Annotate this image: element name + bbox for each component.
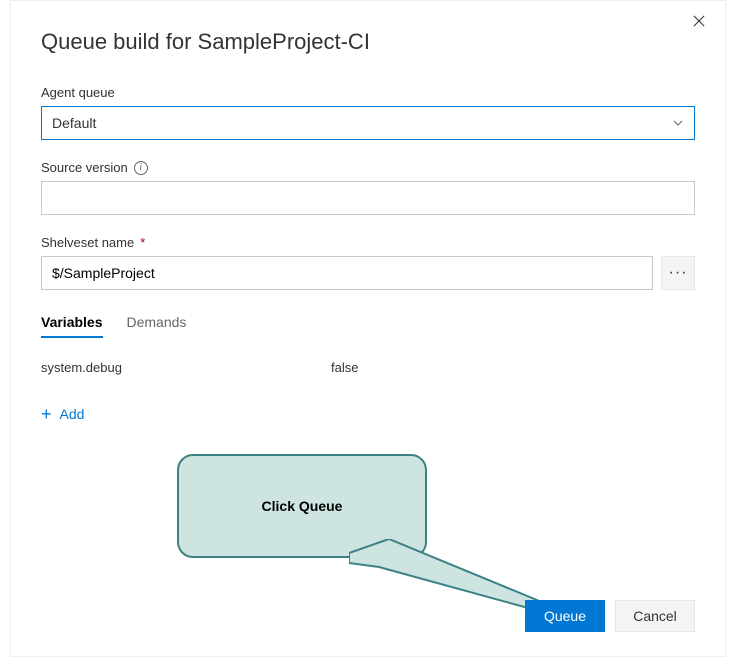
shelveset-input[interactable] bbox=[41, 256, 653, 290]
annotation-bubble: Click Queue bbox=[177, 454, 427, 558]
variable-name: system.debug bbox=[41, 360, 331, 375]
shelveset-browse-button[interactable]: ··· bbox=[661, 256, 695, 290]
shelveset-field: Shelveset name * ··· bbox=[41, 235, 695, 290]
add-variable-button[interactable]: + Add bbox=[41, 405, 84, 423]
cancel-button[interactable]: Cancel bbox=[615, 600, 695, 632]
ellipsis-icon: ··· bbox=[669, 264, 688, 282]
annotation-text: Click Queue bbox=[262, 498, 343, 514]
add-label: Add bbox=[60, 406, 85, 422]
queue-button[interactable]: Queue bbox=[525, 600, 605, 632]
dialog-actions: Queue Cancel bbox=[525, 600, 695, 632]
shelveset-label-row: Shelveset name * bbox=[41, 235, 695, 250]
agent-queue-value: Default bbox=[52, 115, 96, 131]
variables-list: system.debug false bbox=[41, 354, 695, 381]
source-version-label-row: Source version i bbox=[41, 160, 695, 175]
dialog-title: Queue build for SampleProject-CI bbox=[41, 29, 695, 55]
agent-queue-select[interactable]: Default bbox=[41, 106, 695, 140]
tabs: Variables Demands bbox=[41, 314, 695, 338]
required-asterisk: * bbox=[140, 235, 145, 250]
plus-icon: + bbox=[41, 405, 52, 423]
agent-queue-label: Agent queue bbox=[41, 85, 695, 100]
info-icon[interactable]: i bbox=[134, 161, 148, 175]
variable-row: system.debug false bbox=[41, 354, 695, 381]
close-button[interactable] bbox=[687, 9, 711, 33]
close-icon bbox=[693, 14, 705, 28]
agent-queue-field: Agent queue Default bbox=[41, 85, 695, 140]
tab-variables[interactable]: Variables bbox=[41, 314, 103, 338]
annotation-callout: Click Queue bbox=[177, 454, 427, 558]
shelveset-label: Shelveset name bbox=[41, 235, 134, 250]
chevron-down-icon bbox=[672, 117, 684, 129]
variable-value: false bbox=[331, 360, 695, 375]
tab-demands[interactable]: Demands bbox=[127, 314, 187, 338]
queue-build-dialog: Queue build for SampleProject-CI Agent q… bbox=[10, 0, 726, 657]
source-version-field: Source version i bbox=[41, 160, 695, 215]
source-version-label: Source version bbox=[41, 160, 128, 175]
source-version-input[interactable] bbox=[41, 181, 695, 215]
